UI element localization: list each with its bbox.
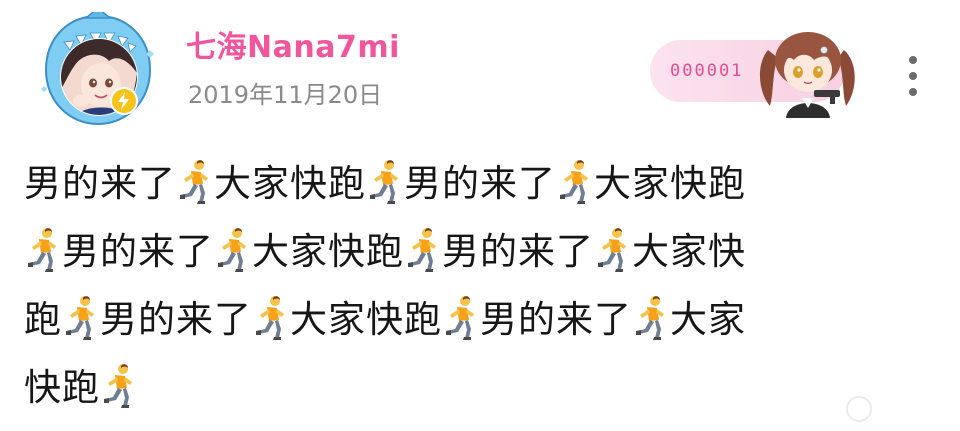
decoration-number: 000001 [670, 61, 744, 81]
runner-emoji-icon [25, 226, 61, 272]
menu-dot [909, 56, 917, 64]
content-text: 快跑 [24, 366, 100, 409]
runner-emoji-icon [557, 158, 593, 204]
content-text: 男的来了 [480, 298, 632, 341]
content-text: 大家快跑 [214, 162, 366, 205]
content-text: 男的来了 [62, 230, 214, 273]
runner-emoji-icon [595, 226, 631, 272]
runner-emoji-icon [633, 294, 669, 340]
content-text: 大家快跑 [290, 298, 442, 341]
user-name[interactable]: 七海Nana7mi [186, 30, 400, 66]
content-text: 大家快跑 [594, 162, 746, 205]
menu-dot [909, 88, 917, 96]
content-line: 男的来了 大家快跑 男的来了 大家快 [24, 218, 924, 286]
menu-dot [909, 72, 917, 80]
lightning-verified-icon [110, 87, 138, 115]
post-date: 2019年11月20日 [188, 81, 383, 109]
runner-emoji-icon [405, 226, 441, 272]
content-text: 跑 [24, 298, 62, 341]
more-vertical-icon[interactable] [900, 56, 926, 96]
content-line: 男的来了 大家快跑 男的来了 大家快跑 [24, 150, 924, 218]
avatar[interactable] [38, 12, 158, 127]
content-text: 男的来了 [442, 230, 594, 273]
runner-emoji-icon [253, 294, 289, 340]
post-card: 七海Nana7mi 2019年11月20日 000001 男的来了 大家快跑 男… [0, 0, 960, 431]
content-text: 男的来了 [100, 298, 252, 341]
content-text: 大家快 [632, 230, 746, 273]
fan-decoration-card[interactable]: 000001 [650, 30, 868, 118]
content-text: 男的来了 [24, 162, 176, 205]
content-text: 大家快跑 [252, 230, 404, 273]
runner-emoji-icon [177, 158, 213, 204]
post-content: 男的来了 大家快跑 男的来了 大家快跑 男的来了 大家快跑 男的来了 大家快 跑… [24, 150, 924, 422]
runner-emoji-icon [63, 294, 99, 340]
content-text: 大家 [670, 298, 746, 341]
content-line: 跑 男的来了 大家快跑 男的来了 大家 [24, 286, 924, 354]
runner-emoji-icon [367, 158, 403, 204]
runner-emoji-icon [443, 294, 479, 340]
watermark-icon [846, 396, 872, 422]
content-text: 男的来了 [404, 162, 556, 205]
anime-girl-decoration-icon [759, 32, 855, 118]
runner-emoji-icon [215, 226, 251, 272]
runner-emoji-icon [101, 362, 137, 408]
content-line: 快跑 [24, 354, 924, 422]
